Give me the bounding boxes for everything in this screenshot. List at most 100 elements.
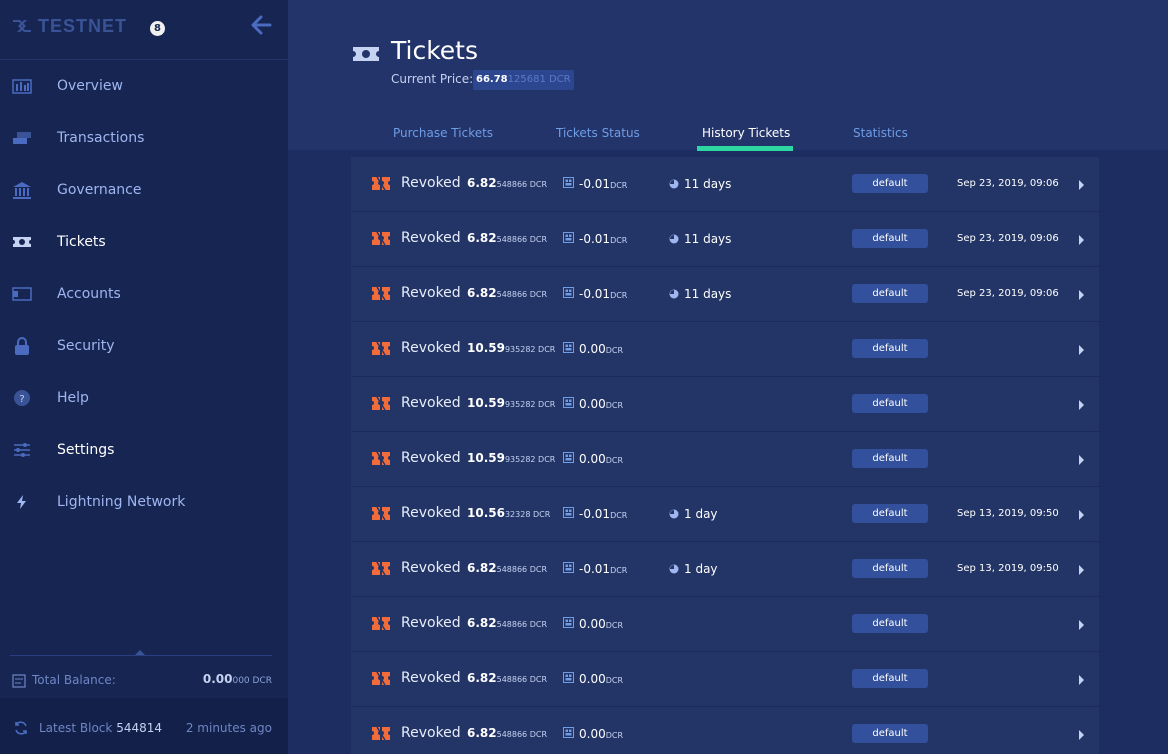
latest-block-label: Latest Block 544814 xyxy=(39,721,162,735)
ticket-amount-main: 6.82 xyxy=(467,231,497,245)
lightning-icon xyxy=(17,495,26,509)
sidebar-item-label: Security xyxy=(57,338,115,354)
tab-statistics[interactable]: Statistics xyxy=(853,118,908,150)
ticket-row[interactable]: Revoked 6.82548866 DCR -0.01DCR 11 days … xyxy=(351,212,1099,267)
main-content: Tickets Current Price: 66.78125681 DCR P… xyxy=(288,0,1168,754)
chevron-right-icon xyxy=(1079,180,1084,190)
ticket-row[interactable]: Revoked 6.82548866 DCR -0.01DCR 11 days … xyxy=(351,157,1099,212)
ticket-duration: 11 days xyxy=(684,287,732,301)
ticket-row[interactable]: Revoked 6.82548866 DCR -0.01DCR 1 day de… xyxy=(351,542,1099,597)
ticket-amount: 6.82548866 DCR xyxy=(467,286,547,300)
ticket-fee-main: 0.00 xyxy=(579,617,606,631)
ticket-amount-rest: 548866 DCR xyxy=(496,675,547,684)
ticket-fee: 0.00DCR xyxy=(579,727,623,741)
sidebar-item-transactions[interactable]: Transactions xyxy=(0,112,288,164)
ticket-status: Revoked xyxy=(401,340,461,356)
clock-icon xyxy=(669,289,679,299)
ticket-fee: -0.01DCR xyxy=(579,562,627,576)
ticket-fee-main: 0.00 xyxy=(579,672,606,686)
sidebar-item-security[interactable]: Security xyxy=(0,320,288,372)
ticket-amount-rest: 548866 DCR xyxy=(496,565,547,574)
revoked-ticket-icon xyxy=(372,726,390,741)
sidebar-item-label: Transactions xyxy=(57,130,145,146)
sidebar-item-help[interactable]: ? Help xyxy=(0,372,288,424)
sidebar-item-overview[interactable]: Overview xyxy=(0,60,288,112)
current-price-main: 66.78 xyxy=(476,74,508,85)
ticket-row[interactable]: Revoked 6.82548866 DCR -0.01DCR 11 days … xyxy=(351,267,1099,322)
ticket-fee-main: 0.00 xyxy=(579,452,606,466)
revoked-ticket-icon xyxy=(372,286,390,301)
logo-bar: TESTNET 8 xyxy=(0,0,288,60)
fee-icon xyxy=(563,452,574,463)
revoked-ticket-icon xyxy=(372,561,390,576)
fee-icon xyxy=(563,342,574,353)
ticket-amount-rest: 548866 DCR xyxy=(496,180,547,189)
revoked-ticket-icon xyxy=(372,616,390,631)
ticket-amount-main: 10.59 xyxy=(467,396,505,410)
tickets-icon xyxy=(13,237,31,247)
sidebar-item-settings[interactable]: Settings xyxy=(0,424,288,476)
latest-block-bar: Latest Block 544814 2 minutes ago xyxy=(0,698,288,754)
tab-purchase-tickets[interactable]: Purchase Tickets xyxy=(393,118,493,150)
clock-icon xyxy=(669,179,679,189)
ticket-row[interactable]: Revoked 10.5632328 DCR -0.01DCR 1 day de… xyxy=(351,487,1099,542)
sidebar-item-label: Accounts xyxy=(57,286,121,302)
decred-logo: TESTNET xyxy=(10,14,126,38)
ticket-status: Revoked xyxy=(401,285,461,301)
ticket-status: Revoked xyxy=(401,175,461,191)
ticket-fee: -0.01DCR xyxy=(579,232,627,246)
ticket-row[interactable]: Revoked 6.82548866 DCR 0.00DCR default xyxy=(351,597,1099,652)
ticket-amount-main: 10.59 xyxy=(467,341,505,355)
ticket-fee: -0.01DCR xyxy=(579,507,627,521)
ticket-amount: 6.82548866 DCR xyxy=(467,561,547,575)
ticket-amount: 10.5632328 DCR xyxy=(467,506,550,520)
sidebar-item-governance[interactable]: Governance xyxy=(0,164,288,216)
ticket-row[interactable]: Revoked 10.59935282 DCR 0.00DCR default xyxy=(351,432,1099,487)
network-badge: 8 xyxy=(150,21,165,36)
help-icon: ? xyxy=(14,390,30,406)
ticket-amount-rest: 548866 DCR xyxy=(496,730,547,739)
active-tab-indicator xyxy=(697,146,793,151)
accounts-icon xyxy=(12,287,32,301)
sidebar-item-tickets[interactable]: Tickets xyxy=(0,216,288,268)
chevron-right-icon xyxy=(1079,400,1084,410)
ticket-fee: -0.01DCR xyxy=(579,287,627,301)
tabs: Purchase Tickets Tickets Status History … xyxy=(288,118,1168,151)
chevron-right-icon xyxy=(1079,675,1084,685)
account-badge: default xyxy=(852,174,928,193)
account-badge: default xyxy=(852,614,928,633)
fee-icon xyxy=(563,617,574,628)
ticket-date: Sep 23, 2019, 09:06 xyxy=(957,288,1059,299)
ticket-row[interactable]: Revoked 10.59935282 DCR 0.00DCR default xyxy=(351,377,1099,432)
chevron-right-icon xyxy=(1079,730,1084,740)
ticket-amount-rest: 32328 DCR xyxy=(504,510,551,519)
ticket-amount-main: 10.56 xyxy=(467,506,505,520)
ticket-fee-unit: DCR xyxy=(605,456,624,465)
tickets-icon xyxy=(353,47,379,61)
account-badge: default xyxy=(852,449,928,468)
account-badge: default xyxy=(852,394,928,413)
sidebar-item-label: Overview xyxy=(57,78,123,94)
ticket-duration: 1 day xyxy=(684,562,718,576)
sidebar-item-accounts[interactable]: Accounts xyxy=(0,268,288,320)
ticket-status: Revoked xyxy=(401,725,461,741)
ticket-fee-unit: DCR xyxy=(610,511,628,520)
ticket-row[interactable]: Revoked 10.59935282 DCR 0.00DCR default xyxy=(351,322,1099,377)
fee-icon xyxy=(563,232,574,243)
sidebar-item-label: Governance xyxy=(57,182,142,198)
sidebar: TESTNET 8 Overview Transactions Governan… xyxy=(0,0,288,754)
sidebar-item-lightning-network[interactable]: Lightning Network xyxy=(0,476,288,528)
revoked-ticket-icon xyxy=(372,176,390,191)
ticket-fee-unit: DCR xyxy=(605,621,624,630)
latest-block-text: Latest Block xyxy=(39,721,113,735)
ticket-date: Sep 23, 2019, 09:06 xyxy=(957,178,1059,189)
tab-tickets-status[interactable]: Tickets Status xyxy=(556,118,640,150)
chevron-right-icon xyxy=(1079,510,1084,520)
ticket-fee: 0.00DCR xyxy=(579,452,623,466)
collapse-sidebar-button[interactable] xyxy=(248,12,274,38)
ticket-duration: 11 days xyxy=(684,177,732,191)
ticket-row[interactable]: Revoked 6.82548866 DCR 0.00DCR default xyxy=(351,707,1099,754)
ticket-row[interactable]: Revoked 6.82548866 DCR 0.00DCR default xyxy=(351,652,1099,707)
ticket-amount: 6.82548866 DCR xyxy=(467,176,547,190)
ticket-fee-main: 0.00 xyxy=(579,397,606,411)
